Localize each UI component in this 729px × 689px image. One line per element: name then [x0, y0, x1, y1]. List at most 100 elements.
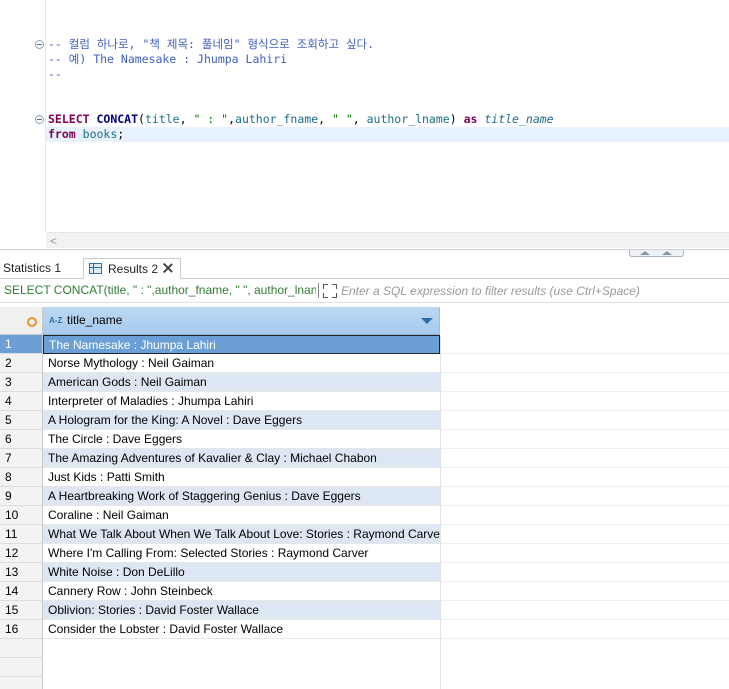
gutter-divider: [45, 0, 46, 232]
table-cell[interactable]: American Gods : Neil Gaiman: [43, 373, 440, 392]
row-number[interactable]: 10: [0, 506, 43, 525]
row-number[interactable]: 6: [0, 430, 43, 449]
table-cell[interactable]: The Amazing Adventures of Kavalier & Cla…: [43, 449, 440, 468]
table-cell[interactable]: Coraline : Neil Gaiman: [43, 506, 440, 525]
comment-line-1: -- 컬럼 하나로, "책 제목: 풀네임" 형식으로 조회하고 싶다.: [48, 37, 375, 51]
record-mode-icon: [27, 317, 37, 327]
table-cell[interactable]: A Heartbreaking Work of Staggering Geniu…: [43, 487, 440, 506]
editor-horizontal-scrollbar[interactable]: <: [46, 232, 729, 248]
scroll-left-arrow-icon[interactable]: <: [50, 234, 57, 248]
empty-grid-area: [440, 411, 729, 430]
table-row[interactable]: 9A Heartbreaking Work of Staggering Geni…: [0, 487, 729, 506]
row-number[interactable]: 11: [0, 525, 43, 544]
filter-input[interactable]: [341, 282, 726, 299]
table-row[interactable]: 3 American Gods : Neil Gaiman: [0, 373, 729, 392]
table-cell[interactable]: Cannery Row : John Steinbeck: [43, 582, 440, 601]
table-row[interactable]: 13 White Noise : Don DeLillo: [0, 563, 729, 582]
sql-identifier: title: [144, 112, 180, 126]
table-cell[interactable]: Interpreter of Maladies : Jhumpa Lahiri: [43, 392, 440, 411]
table-row[interactable]: 11 What We Talk About When We Talk About …: [0, 525, 729, 544]
tab-results-label: Results 2: [108, 262, 159, 276]
sql-alias: title_name: [484, 112, 554, 126]
table-row[interactable]: 1 The Namesake : Jhumpa Lahiri: [0, 335, 729, 354]
row-number[interactable]: 3: [0, 373, 43, 392]
row-number[interactable]: 16: [0, 620, 43, 639]
sort-dropdown-icon[interactable]: [421, 318, 433, 324]
empty-grid-area: [440, 449, 729, 468]
table-cell[interactable]: The Namesake : Jhumpa Lahiri: [43, 335, 440, 354]
empty-grid-area: [440, 468, 729, 487]
tab-results[interactable]: Results 2: [83, 258, 181, 279]
empty-row-header: [0, 639, 43, 658]
table-row[interactable]: 16 Consider the Lobster : David Foster Wa…: [0, 620, 729, 639]
close-icon[interactable]: [162, 262, 174, 274]
sql-keyword: SELECT: [48, 112, 90, 126]
table-grid-icon: [89, 263, 102, 274]
table-row[interactable]: 7 The Amazing Adventures of Kavalier & Cl…: [0, 449, 729, 468]
editor-ruler: [0, 0, 33, 232]
empty-grid-area: [440, 373, 729, 392]
row-number[interactable]: 8: [0, 468, 43, 487]
sql-identifier: author_fname: [235, 112, 319, 126]
row-number[interactable]: 9: [0, 487, 43, 506]
table-row[interactable]: 14 Cannery Row : John Steinbeck: [0, 582, 729, 601]
expand-icon[interactable]: [323, 284, 337, 298]
table-row[interactable]: 5A Hologram for the King: A Novel : Dave…: [0, 411, 729, 430]
filter-bar: SELECT CONCAT(title, " : ",author_fname,…: [0, 279, 729, 303]
panel-splitter[interactable]: [0, 249, 729, 258]
table-row[interactable]: 4 Interpreter of Maladies : Jhumpa Lahiri: [0, 392, 729, 411]
table-cell[interactable]: Consider the Lobster : David Foster Wall…: [43, 620, 440, 639]
results-tabbar: Statistics 1 Results 2: [0, 258, 729, 279]
comment-line-2: -- 예) The Namesake : Jhumpa Lahiri: [48, 52, 288, 66]
row-number[interactable]: 14: [0, 582, 43, 601]
row-number[interactable]: 15: [0, 601, 43, 620]
row-number[interactable]: 1: [0, 335, 43, 354]
table-cell[interactable]: The Circle : Dave Eggers: [43, 430, 440, 449]
table-cell[interactable]: White Noise : Don DeLillo: [43, 563, 440, 582]
empty-grid-area: [440, 601, 729, 620]
row-number[interactable]: 4: [0, 392, 43, 411]
grid-corner[interactable]: [0, 307, 43, 335]
sql-punct: ): [449, 112, 464, 126]
sql-string: " : ": [193, 112, 229, 126]
table-cell[interactable]: Norse Mythology : Neil Gaiman: [43, 354, 440, 373]
empty-grid-area: [440, 430, 729, 449]
fold-collapse-icon[interactable]: [35, 40, 44, 49]
empty-row-header: [0, 658, 43, 677]
row-number[interactable]: 12: [0, 544, 43, 563]
empty-grid-area: [440, 354, 729, 373]
row-number[interactable]: 5: [0, 411, 43, 430]
empty-grid-area: [440, 563, 729, 582]
fold-collapse-icon[interactable]: [35, 115, 44, 124]
table-row[interactable]: 10 Coraline : Neil Gaiman: [0, 506, 729, 525]
column-header-title-name[interactable]: A-Z title_name: [43, 307, 440, 335]
empty-grid-area: [440, 620, 729, 639]
column-header-label: title_name: [67, 313, 123, 327]
sql-punct: ;: [117, 127, 125, 141]
table-cell[interactable]: A Hologram for the King: A Novel : Dave …: [43, 411, 440, 430]
empty-grid-area: [440, 335, 729, 354]
empty-grid-area: [440, 506, 729, 525]
empty-grid-area: [440, 525, 729, 544]
row-number[interactable]: 13: [0, 563, 43, 582]
sql-from-line: from books;: [46, 127, 729, 142]
table-row[interactable]: 15 Oblivion: Stories : David Foster Walla…: [0, 601, 729, 620]
table-cell[interactable]: Oblivion: Stories : David Foster Wallace: [43, 601, 440, 620]
table-cell[interactable]: What We Talk About When We Talk About Lo…: [43, 525, 440, 544]
sql-function: CONCAT: [96, 112, 139, 126]
sql-editor[interactable]: -- 컬럼 하나로, "책 제목: 풀네임" 형식으로 조회하고 싶다. -- …: [0, 0, 729, 250]
row-number[interactable]: 7: [0, 449, 43, 468]
table-cell[interactable]: Just Kids : Patti Smith: [43, 468, 440, 487]
row-number[interactable]: 2: [0, 354, 43, 373]
results-grid[interactable]: A-Z title_name 1 The Namesake : Jhumpa La…: [0, 307, 729, 689]
tab-statistics[interactable]: Statistics 1: [3, 258, 61, 279]
table-row[interactable]: 12 Where I'm Calling From: Selected Stori…: [0, 544, 729, 563]
table-row[interactable]: 8 Just Kids : Patti Smith: [0, 468, 729, 487]
active-query-text[interactable]: SELECT CONCAT(title, " : ",author_fname,…: [4, 283, 316, 297]
sql-select-line: SELECT CONCAT(title, " : ",author_fname,…: [48, 112, 554, 127]
sql-punct: (: [138, 112, 145, 126]
table-row[interactable]: 2 Norse Mythology : Neil Gaiman: [0, 354, 729, 373]
table-row[interactable]: 6 The Circle : Dave Eggers: [0, 430, 729, 449]
table-cell[interactable]: Where I'm Calling From: Selected Stories…: [43, 544, 440, 563]
splitter-maximize-handle[interactable]: [629, 250, 684, 257]
